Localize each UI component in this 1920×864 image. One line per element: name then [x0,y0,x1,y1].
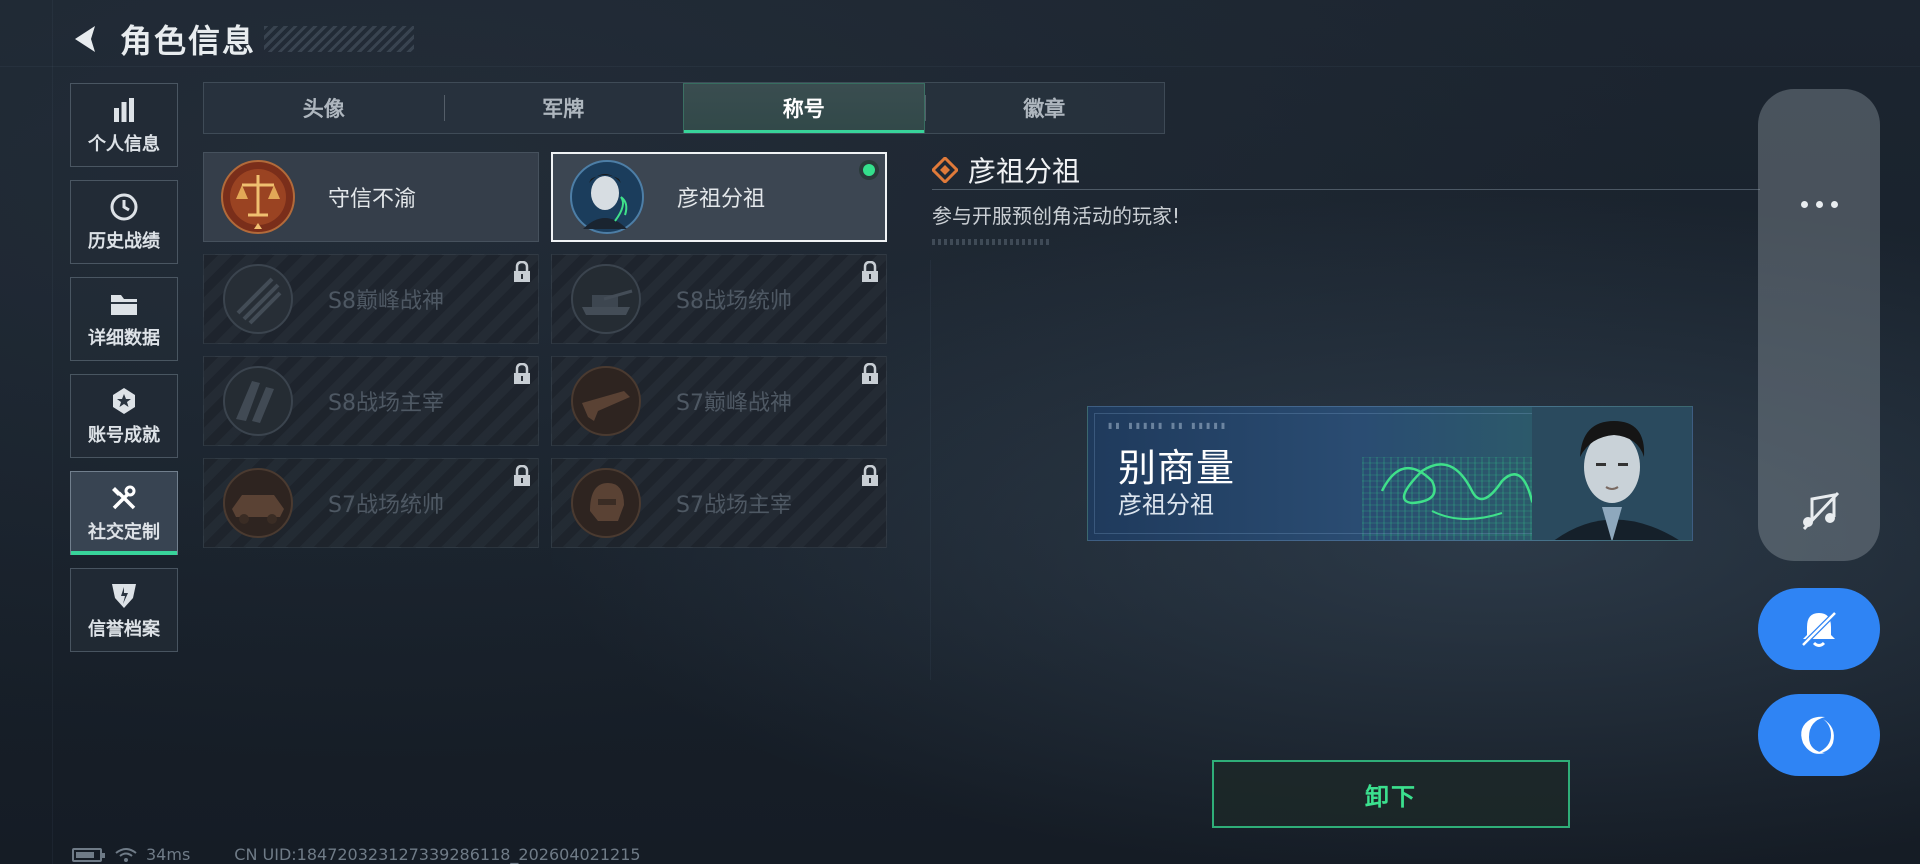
sidebar-item-history[interactable]: 历史战绩 [70,180,178,264]
floating-toolbar [1758,89,1880,561]
lock-icon [862,261,878,282]
sidebar-item-reputation[interactable]: 信誉档案 [70,568,178,652]
shield-icon [108,579,140,611]
title-name: 守信不渝 [328,187,417,212]
preview-nickname: 别商量 [1118,446,1236,490]
tab-badge[interactable]: 徽章 [924,83,1165,133]
helmet-emblem-icon [571,468,641,538]
unequip-button[interactable]: 卸下 [1212,760,1570,828]
tools-icon [108,482,140,514]
sidebar-item-detailed-data[interactable]: 详细数据 [70,277,178,361]
night-mode-button[interactable] [1758,694,1880,776]
detail-header: 彦祖分祖 [932,150,1760,190]
preview-code-text: ▮▮ ▮▮▮▮▮ ▮▮ ▮▮▮▮▮ [1108,421,1229,430]
title-card[interactable]: 守信不渝 [203,152,539,242]
portrait-image [1532,407,1692,540]
lock-icon [514,363,530,384]
title-card-locked[interactable]: S8战场主宰 [203,356,539,446]
title-name: S8巅峰战神 [328,289,444,314]
title-card-locked[interactable]: S7战场统帅 [203,458,539,548]
title-name: S7战场统帅 [328,493,444,518]
lock-icon [514,261,530,282]
tab-avatar[interactable]: 头像 [204,83,444,133]
dot-icon [1830,201,1838,208]
page-title: 角色信息 [120,22,257,60]
sidebar-item-label: 账号成就 [88,425,160,446]
title-list: 守信不渝 彦祖分祖 S8巅峰战神 S8战场统帅 S8战场主宰 S7巅峰战神 S7… [203,152,887,548]
scales-icon [221,160,295,234]
gun-emblem-icon [571,366,641,436]
lock-icon [514,465,530,486]
building-emblem-icon [223,366,293,436]
title-detail-panel: 彦祖分祖 参与开服预创角活动的玩家! [932,150,1760,245]
tab-dog-tag[interactable]: 军牌 [443,83,684,133]
sidebar-item-label: 详细数据 [88,328,160,349]
detail-description: 参与开服预创角活动的玩家! [932,204,1181,228]
title-name: S8战场主宰 [328,391,444,416]
title-name: S8战场统帅 [676,289,792,314]
tank-emblem-icon [571,264,641,334]
diamond-icon [932,156,958,183]
ping-text: 34ms [146,845,191,864]
category-tabs: 头像 军牌 称号 徽章 [203,82,1165,134]
bell-off-icon [1801,611,1837,647]
battery-icon [72,847,105,862]
more-options-button[interactable] [1758,201,1880,208]
title-card-selected[interactable]: 彦祖分祖 [551,152,887,242]
rifle-emblem-icon [223,264,293,334]
history-clock-icon [108,191,140,223]
wifi-icon [115,847,137,862]
status-bar: 34ms CN UID:184720323127339286118_202604… [72,845,641,864]
vehicle-emblem-icon [223,468,293,538]
lock-icon [862,363,878,384]
description-decoration [932,239,1052,245]
equipped-indicator [859,160,879,180]
sidebar-item-label: 社交定制 [88,522,160,543]
uid-text: CN UID:184720323127339286118_20260402121… [234,845,641,864]
title-card-locked[interactable]: S7巅峰战神 [551,356,887,446]
music-off-icon[interactable] [1798,489,1842,533]
title-name: S7战场主宰 [676,493,792,518]
tab-title[interactable]: 称号 [683,83,925,133]
sidebar-item-label: 历史战绩 [88,231,160,252]
title-decoration [264,26,415,52]
dot-icon [1800,201,1808,208]
sidebar-item-label: 信誉档案 [88,619,160,640]
sidebar-item-social-custom[interactable]: 社交定制 [70,471,178,555]
folder-icon [108,288,140,320]
title-card-locked[interactable]: S8巅峰战神 [203,254,539,344]
moon-icon [1801,716,1834,754]
title-card-locked[interactable]: S7战场主宰 [551,458,887,548]
title-card-locked[interactable]: S8战场统帅 [551,254,887,344]
title-name: S7巅峰战神 [676,391,792,416]
mute-notifications-button[interactable] [1758,588,1880,670]
achievement-star-icon [108,385,140,417]
back-arrow-icon [75,26,95,52]
back-button[interactable] [66,19,106,59]
title-preview-banner: ▮▮ ▮▮▮▮▮ ▮▮ ▮▮▮▮▮ 别商量 彦祖分祖 [1087,406,1693,541]
title-name: 彦祖分祖 [677,187,766,212]
preview-title: 彦祖分祖 [1118,491,1214,519]
sidebar-item-achievements[interactable]: 账号成就 [70,374,178,458]
detail-title-name: 彦祖分祖 [968,154,1081,188]
portrait-icon [570,160,644,234]
dot-icon [1815,201,1823,208]
sidebar-item-personal-info[interactable]: 个人信息 [70,83,178,167]
lock-icon [862,465,878,486]
sidebar: 个人信息 历史战绩 详细数据 账号成就 社交定制 信誉档案 [70,83,178,665]
header: 角色信息 [66,14,415,64]
sidebar-item-label: 个人信息 [88,134,160,155]
bar-chart-icon [108,94,140,126]
